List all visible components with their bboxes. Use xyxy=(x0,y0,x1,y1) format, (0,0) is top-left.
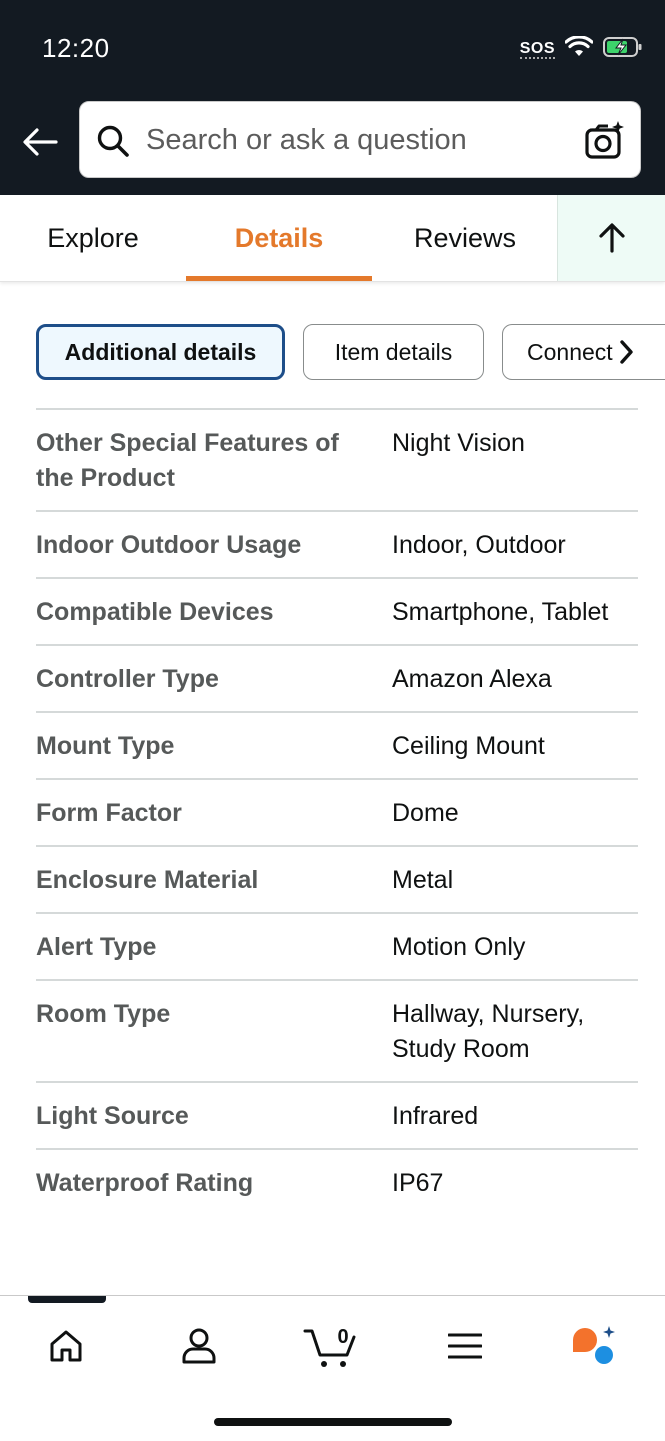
detail-value: Indoor, Outdoor xyxy=(392,531,566,559)
home-indicator xyxy=(214,1418,452,1426)
detail-key: Indoor Outdoor Usage xyxy=(36,531,302,559)
menu-icon xyxy=(448,1333,482,1359)
nav-menu[interactable] xyxy=(430,1316,500,1376)
chip-additional-details[interactable]: Additional details xyxy=(36,324,285,380)
cart-wrapper: 0 xyxy=(303,1321,359,1371)
detail-key: Mount Type xyxy=(36,732,175,760)
chip-fade xyxy=(631,325,665,379)
status-time: 12:20 xyxy=(42,33,110,63)
home-icon xyxy=(50,1330,82,1362)
table-row: Compatible Devices Smartphone, Tablet xyxy=(36,577,638,644)
detail-key: Enclosure Material xyxy=(36,866,259,894)
nav-rufus-ai[interactable] xyxy=(561,1316,631,1376)
search-bar[interactable] xyxy=(79,101,641,178)
table-row: Light Source Infrared xyxy=(36,1081,638,1148)
chip-item-details[interactable]: Item details xyxy=(303,324,484,380)
detail-value: Night Vision xyxy=(392,429,525,457)
detail-key: Form Factor xyxy=(36,799,182,827)
table-row: Indoor Outdoor Usage Indoor, Outdoor xyxy=(36,510,638,577)
table-row: Waterproof Rating IP67 xyxy=(36,1148,638,1215)
table-row: Mount Type Ceiling Mount xyxy=(36,711,638,778)
tab-reviews[interactable]: Reviews xyxy=(372,195,558,281)
app-header: 12:20 SOS xyxy=(0,0,665,195)
nav-cart[interactable]: 0 xyxy=(296,1316,366,1376)
chip-connectivity[interactable]: Connect xyxy=(502,324,665,380)
camera-search-icon[interactable] xyxy=(584,120,626,160)
detail-value: Motion Only xyxy=(392,933,526,961)
detail-value: Dome xyxy=(392,799,459,827)
chevron-right-icon[interactable] xyxy=(619,334,635,370)
bottom-nav: 0 xyxy=(0,1295,665,1441)
detail-section-chips: Additional details Item details Connect xyxy=(0,324,665,382)
detail-key: Controller Type xyxy=(36,665,219,693)
arrow-up-icon xyxy=(598,223,625,253)
detail-value: Ceiling Mount xyxy=(392,732,545,760)
back-button[interactable] xyxy=(18,122,62,162)
account-icon xyxy=(182,1328,216,1364)
status-icons: SOS xyxy=(519,35,643,63)
cart-count-badge: 0 xyxy=(337,1326,349,1348)
tab-explore[interactable]: Explore xyxy=(0,195,186,281)
arrow-left-icon xyxy=(23,128,58,156)
detail-value: Infrared xyxy=(392,1102,479,1130)
rufus-ai-icon xyxy=(573,1326,615,1364)
wifi-icon xyxy=(564,35,594,63)
detail-key: Compatible Devices xyxy=(36,598,274,626)
details-table: Other Special Features of the Product Ni… xyxy=(36,408,638,1215)
detail-key: Room Type xyxy=(36,1000,171,1028)
scroll-to-top-button[interactable] xyxy=(557,195,665,281)
sos-indicator: SOS xyxy=(519,39,555,59)
battery-charging-icon xyxy=(603,36,643,63)
search-input[interactable] xyxy=(146,116,566,164)
search-icon xyxy=(97,125,129,157)
table-row: Other Special Features of the Product Ni… xyxy=(36,408,638,510)
nav-account[interactable] xyxy=(164,1316,234,1376)
detail-key: Other Special Features of the Product xyxy=(36,429,339,492)
detail-value: Hallway, Nursery, Study Room xyxy=(392,1000,585,1063)
detail-value: IP67 xyxy=(392,1169,444,1197)
detail-key: Waterproof Rating xyxy=(36,1169,254,1197)
tab-details[interactable]: Details xyxy=(186,195,372,281)
nav-home[interactable] xyxy=(31,1316,101,1376)
detail-value: Smartphone, Tablet xyxy=(392,598,609,626)
detail-value: Amazon Alexa xyxy=(392,665,552,693)
table-row: Form Factor Dome xyxy=(36,778,638,845)
active-tab-indicator xyxy=(28,1296,106,1303)
table-row: Controller Type Amazon Alexa xyxy=(36,644,638,711)
table-row: Alert Type Motion Only xyxy=(36,912,638,979)
detail-value: Metal xyxy=(392,866,454,894)
detail-key: Light Source xyxy=(36,1102,189,1130)
table-row: Room Type Hallway, Nursery, Study Room xyxy=(36,979,638,1081)
detail-key: Alert Type xyxy=(36,933,157,961)
cart-icon xyxy=(303,1329,356,1367)
table-row: Enclosure Material Metal xyxy=(36,845,638,912)
